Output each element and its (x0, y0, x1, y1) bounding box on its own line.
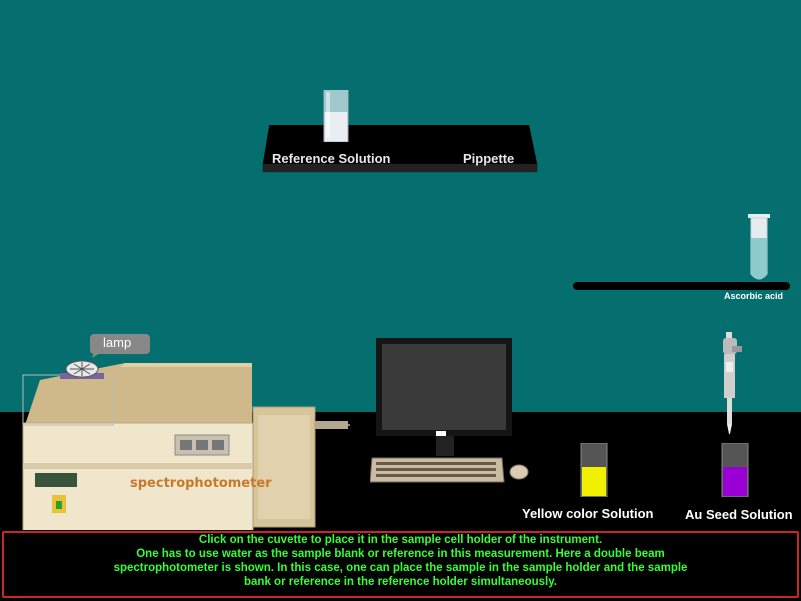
reference-solution-label: Reference Solution (272, 151, 391, 166)
pipette-label: Pippette (463, 151, 515, 166)
mouse (509, 464, 529, 480)
lamp-label: lamp (103, 335, 132, 350)
lamp-icon[interactable] (60, 357, 106, 381)
computer (370, 338, 515, 483)
instruction-line-3: spectrophotometer is shown. In this case… (113, 562, 688, 574)
ascorbic-acid-tube[interactable] (748, 214, 770, 284)
instruction-panel: Click on the cuvette to place it in the … (2, 531, 799, 598)
au-seed-solution-cuvette[interactable] (721, 443, 749, 497)
reference-cuvette[interactable] (323, 90, 349, 142)
yellow-solution-label: Yellow color Solution (522, 506, 654, 521)
instruction-line-4: bank or reference in the reference holde… (244, 576, 557, 588)
ascorbic-acid-label: Ascorbic acid (724, 291, 784, 301)
instruction-line-1: Click on the cuvette to place it in the … (198, 534, 603, 546)
instruction-line-2: One has to use water as the sample blank… (136, 548, 665, 560)
au-seed-solution-label: Au Seed Solution (685, 507, 793, 522)
spectrophotometer[interactable] (20, 355, 350, 530)
yellow-solution-cuvette[interactable] (580, 443, 608, 497)
spectrophotometer-label: spectrophotometer (130, 476, 272, 491)
pipette[interactable] (717, 332, 747, 434)
